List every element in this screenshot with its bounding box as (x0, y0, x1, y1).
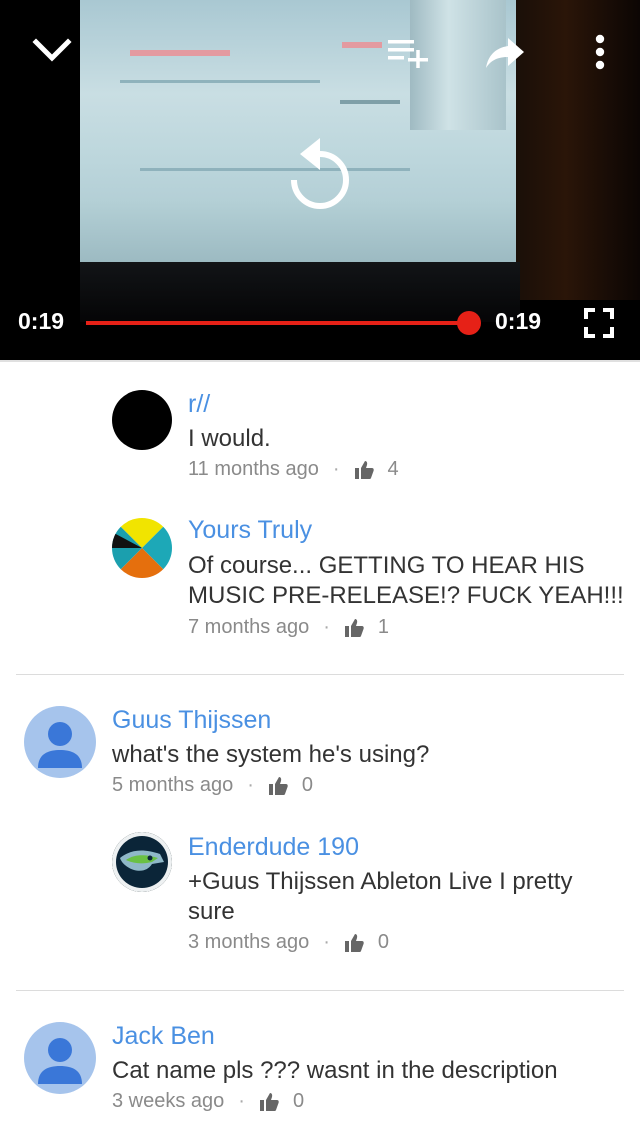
like-count: 1 (377, 616, 389, 638)
separator: · (238, 1090, 245, 1112)
playlist-add-icon[interactable] (386, 38, 430, 68)
comment-author[interactable]: Enderdude 190 (188, 833, 359, 862)
chevron-down-icon[interactable] (32, 34, 72, 64)
comment-meta: 5 months ago · 0 (112, 774, 313, 797)
avatar[interactable] (24, 1022, 96, 1094)
avatar[interactable] (112, 390, 172, 450)
comment-time: 3 months ago (188, 931, 310, 953)
more-vert-icon[interactable] (590, 34, 610, 70)
thumb-up-icon[interactable] (268, 776, 288, 796)
comment-time: 7 months ago (188, 616, 310, 638)
separator: · (323, 931, 330, 953)
comment-time: 3 weeks ago (112, 1090, 225, 1112)
comment-text: Of course... GETTING TO HEAR HIS MUSIC P… (188, 552, 624, 609)
avatar[interactable] (112, 832, 172, 892)
comment-time: 5 months ago (112, 774, 234, 796)
like-count: 0 (292, 1090, 305, 1112)
replay-icon[interactable] (280, 134, 360, 220)
current-time: 0:19 (18, 308, 65, 334)
thread-divider (16, 990, 624, 991)
share-icon[interactable] (484, 36, 526, 70)
video-background-bottom (80, 262, 520, 322)
like-count: 0 (377, 931, 389, 953)
comment-meta: 7 months ago · 1 (188, 616, 389, 639)
comment-meta: 11 months ago · 4 (188, 458, 399, 481)
comment-text: I would. (188, 425, 271, 452)
video-background (516, 0, 640, 300)
thumb-up-icon[interactable] (344, 618, 364, 638)
player-divider (0, 360, 640, 362)
comment-meta: 3 weeks ago · 0 (112, 1090, 304, 1113)
separator: · (247, 774, 254, 796)
like-count: 0 (301, 774, 313, 796)
avatar[interactable] (112, 518, 172, 578)
comment-text: Cat name pls ??? wasnt in the descriptio… (112, 1057, 558, 1084)
like-count: 4 (387, 458, 399, 480)
avatar[interactable] (24, 706, 96, 778)
comment-time: 11 months ago (188, 458, 319, 480)
duration: 0:19 (495, 308, 542, 334)
comment-author[interactable]: r// (188, 390, 210, 419)
thumb-up-icon[interactable] (354, 460, 374, 480)
fullscreen-icon[interactable] (584, 308, 614, 338)
comment-text: +Guus Thijssen Ableton Live I pretty sur… (188, 868, 573, 925)
separator: · (323, 616, 330, 638)
separator: · (332, 458, 340, 480)
comment-text: what's the system he's using? (112, 741, 430, 768)
progress-bar[interactable] (86, 321, 470, 325)
progress-scrubber[interactable] (457, 311, 481, 335)
thumb-up-icon[interactable] (259, 1092, 279, 1112)
comment-meta: 3 months ago · 0 (188, 931, 389, 954)
thread-divider (16, 674, 624, 675)
comment-author[interactable]: Jack Ben (112, 1022, 215, 1051)
video-player[interactable]: 0:19 0:19 (0, 0, 640, 360)
comment-author[interactable]: Guus Thijssen (112, 706, 271, 735)
thumb-up-icon[interactable] (344, 933, 364, 953)
comment-author[interactable]: Yours Truly (188, 516, 312, 545)
